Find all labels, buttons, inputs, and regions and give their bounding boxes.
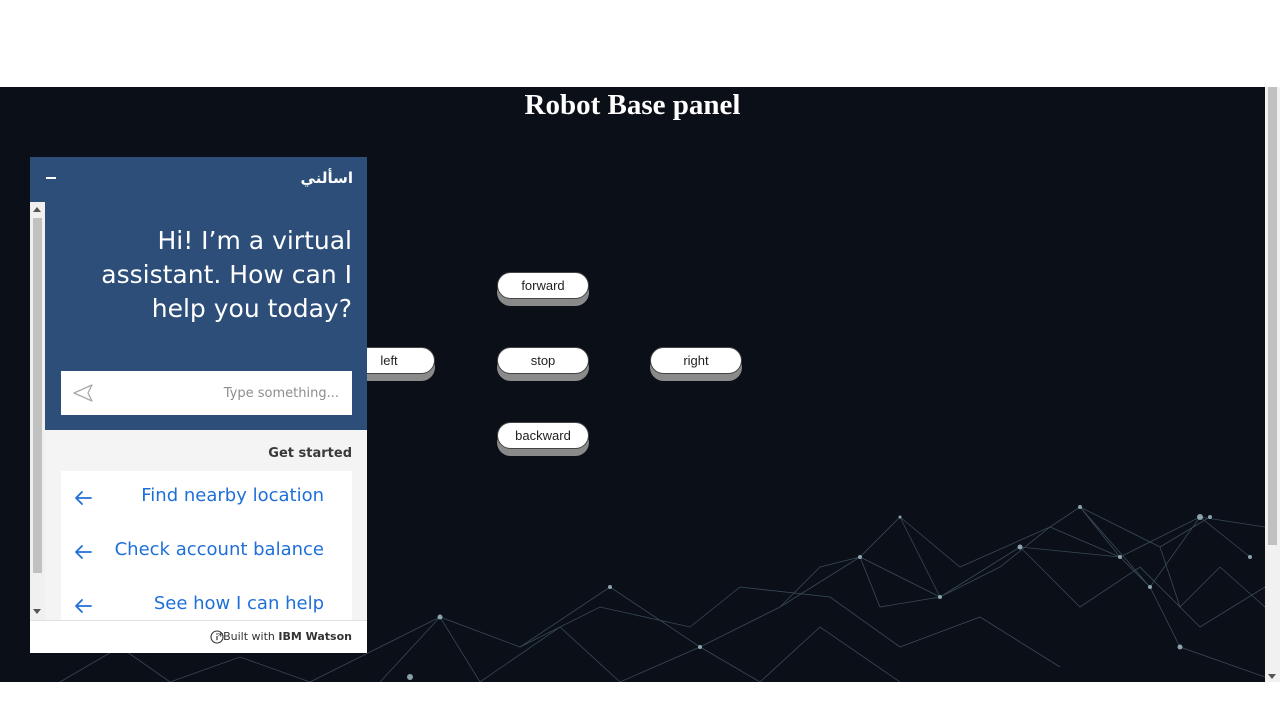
arrow-left-icon [75, 545, 92, 559]
page-title: Robot Base panel [524, 89, 741, 121]
chat-scrollbar[interactable] [30, 202, 45, 620]
arrow-left-icon [75, 599, 92, 613]
send-icon[interactable] [73, 384, 93, 402]
scroll-down-arrow-icon[interactable] [33, 609, 41, 614]
option-label: See how I can help [153, 593, 324, 614]
get-started-label: Get started [268, 446, 352, 461]
chat-message-input[interactable] [105, 371, 339, 415]
backward-button[interactable]: backward [497, 422, 589, 449]
greeting-line: Hi! I’m a virtual [157, 226, 352, 255]
quick-options-list: Find nearby location Check account balan… [61, 471, 352, 621]
arrow-left-icon [75, 491, 92, 505]
chat-input-box [61, 371, 352, 415]
greeting-line: ?help you today [151, 294, 352, 323]
chat-greeting: Hi! I’m a virtual assistant. How can I ?… [62, 224, 352, 326]
scroll-up-arrow-icon[interactable] [33, 207, 41, 212]
footer-brand: IBM Watson [278, 630, 352, 643]
chat-header: اسألني [30, 157, 367, 202]
option-label: Find nearby location [141, 485, 324, 506]
chat-footer: *Built with IBM Watson [30, 620, 367, 653]
chat-title: اسألني [300, 169, 353, 187]
page-scrollbar[interactable] [1265, 87, 1280, 682]
scroll-down-arrow-icon[interactable] [1268, 674, 1276, 679]
option-check-account-balance[interactable]: Check account balance [61, 525, 352, 579]
chat-widget: اسألني Hi! I’m a virtual assistant. How … [30, 157, 367, 653]
option-find-nearby-location[interactable]: Find nearby location [61, 471, 352, 525]
stop-button[interactable]: stop [497, 347, 589, 374]
built-with-label: *Built with IBM Watson [218, 630, 352, 643]
right-button[interactable]: right [650, 347, 742, 374]
option-label: Check account balance [114, 539, 324, 560]
chat-welcome-panel: Hi! I’m a virtual assistant. How can I ?… [45, 202, 367, 430]
greeting-line: assistant. How can I [101, 260, 352, 289]
chat-scrollbar-thumb[interactable] [33, 218, 42, 573]
forward-button[interactable]: forward [497, 272, 589, 299]
footer-prefix: *Built with [217, 630, 279, 643]
minimize-icon[interactable] [46, 177, 56, 179]
page-scrollbar-thumb[interactable] [1268, 87, 1277, 545]
